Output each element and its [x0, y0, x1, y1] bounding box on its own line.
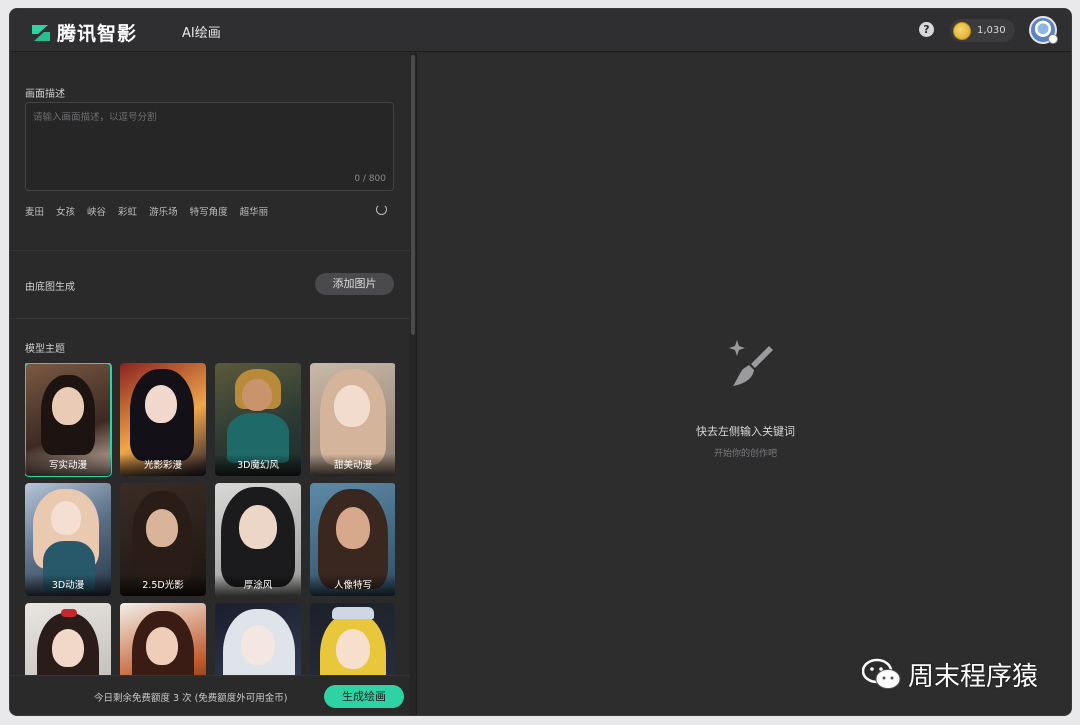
- model-theme-title: 模型主题: [25, 344, 65, 355]
- model-card-label: 写实动漫: [25, 454, 111, 476]
- model-card-label: 人像特写: [310, 574, 395, 596]
- user-avatar[interactable]: [1029, 16, 1058, 44]
- left-panel: 画面描述 0 / 800 麦田 女孩 峡谷 彩虹 游乐场 特写角度 超华丽 由底…: [10, 53, 410, 715]
- model-card-2-5d-light[interactable]: 2.5D光影: [120, 483, 206, 596]
- coin-count: 1,030: [977, 25, 1006, 36]
- logo-icon: [32, 24, 50, 41]
- keyword-tags: 麦田 女孩 峡谷 彩虹 游乐场 特写角度 超华丽: [25, 204, 280, 218]
- coin-balance[interactable]: 1,030: [950, 19, 1015, 42]
- model-card-label: 厚涂风: [215, 574, 301, 596]
- model-card[interactable]: [25, 603, 111, 675]
- keyword-tag[interactable]: 游乐场: [149, 204, 178, 218]
- base-image-title: 由底图生成: [25, 282, 75, 293]
- keyword-tag[interactable]: 超华丽: [240, 204, 269, 218]
- scroll-thumb[interactable]: [411, 55, 415, 335]
- description-title: 画面描述: [25, 89, 65, 100]
- model-card-sweet-anime[interactable]: 甜美动漫: [310, 363, 395, 476]
- keyword-tag[interactable]: 女孩: [56, 204, 75, 218]
- keyword-tag[interactable]: 特写角度: [190, 204, 228, 218]
- model-card-thick-paint[interactable]: 厚涂风: [215, 483, 301, 596]
- generate-button[interactable]: 生成绘画: [324, 685, 404, 708]
- model-card-realistic-anime[interactable]: 写实动漫: [25, 363, 112, 477]
- refresh-icon[interactable]: [376, 204, 387, 215]
- watermark-text: 周末程序猿: [908, 662, 1039, 692]
- preview-panel: 快去左侧输入关键词 开始你的创作吧: [416, 53, 1071, 715]
- brand-name: 腾讯智影: [57, 23, 138, 45]
- model-card-portrait[interactable]: 人像特写: [310, 483, 395, 596]
- question-circle-icon[interactable]: ?: [919, 22, 934, 37]
- top-bar: 腾讯智影 AI绘画 ? 1,030: [10, 9, 1071, 52]
- model-card-label: 光影彩漫: [120, 454, 206, 476]
- model-card[interactable]: [120, 603, 206, 675]
- model-card-light-color-anime[interactable]: 光影彩漫: [120, 363, 206, 476]
- character-counter: 0 / 800: [354, 174, 386, 184]
- brand-logo[interactable]: 腾讯智影: [31, 19, 137, 46]
- wechat-icon: [862, 658, 901, 689]
- description-input[interactable]: [26, 103, 393, 190]
- app-window: 腾讯智影 AI绘画 ? 1,030 画面描述 0 / 800 麦田 女孩 峡谷 …: [9, 8, 1072, 716]
- empty-state-title: 快去左侧输入关键词: [696, 425, 795, 438]
- model-card-label: 3D动漫: [25, 574, 111, 596]
- model-card-label: 2.5D光影: [120, 574, 206, 596]
- model-card[interactable]: [215, 603, 301, 675]
- model-card-3d-anime[interactable]: 3D动漫: [25, 483, 111, 596]
- gold-coin-icon: [953, 21, 971, 40]
- add-image-button[interactable]: 添加图片: [315, 273, 394, 295]
- description-box: 0 / 800: [25, 102, 394, 191]
- divider: [10, 318, 410, 319]
- model-card[interactable]: [310, 603, 395, 675]
- keyword-tag[interactable]: 彩虹: [118, 204, 137, 218]
- model-card-3d-fantasy[interactable]: 3D魔幻风: [215, 363, 301, 476]
- avatar-badge: [1048, 34, 1058, 44]
- model-card-label: 3D魔幻风: [215, 454, 301, 476]
- magic-brush-icon: [729, 340, 773, 386]
- tab-ai-painting[interactable]: AI绘画: [182, 22, 221, 41]
- keyword-tag[interactable]: 峡谷: [87, 204, 106, 218]
- generate-bar: 今日剩余免费额度 3 次 (免费额度外可用金币) 生成绘画: [10, 675, 410, 715]
- divider: [10, 250, 410, 251]
- keyword-tag[interactable]: 麦田: [25, 204, 44, 218]
- wechat-watermark: 周末程序猿: [862, 656, 1038, 693]
- model-card-label: 甜美动漫: [310, 454, 395, 476]
- empty-state-subtitle: 开始你的创作吧: [713, 449, 777, 459]
- model-grid: 写实动漫 光影彩漫 3D魔幻风 甜美动漫 3D动漫 2.5D光影 厚涂风 人像特…: [25, 363, 395, 675]
- free-quota-text: 今日剩余免费额度 3 次 (免费额度外可用金币): [94, 693, 288, 704]
